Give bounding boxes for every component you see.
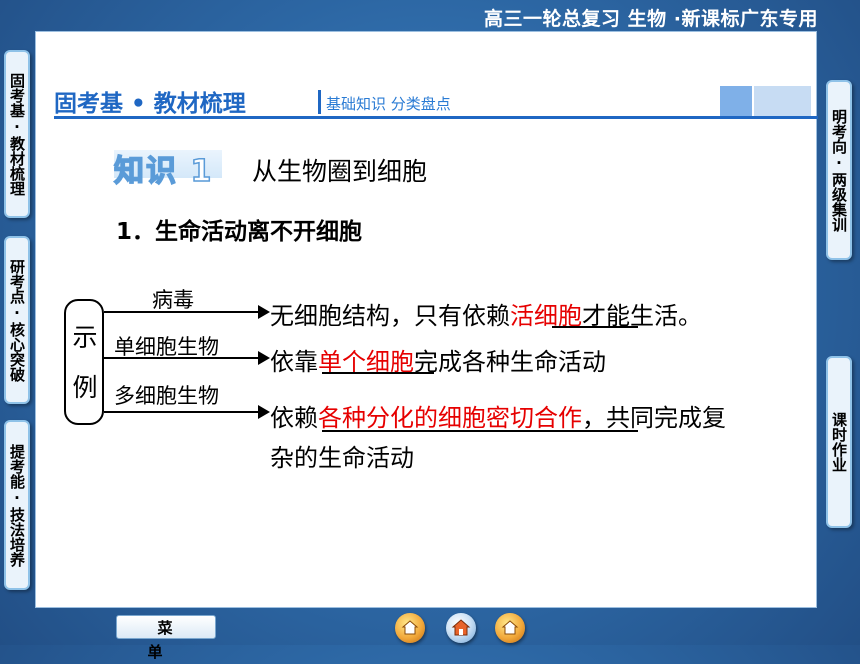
header-decor-block — [754, 86, 811, 116]
section-header-bar: 固考基 • 教材梳理 基础知识 分类盘点 — [50, 84, 818, 120]
home-back-icon[interactable] — [395, 613, 425, 643]
point-heading: 1．生命活动离不开细胞 — [116, 219, 363, 245]
nav-tab-gukaoji[interactable]: 固考基·教材梳理 — [4, 50, 30, 218]
row-unicellular-text: 依靠单个细胞完成各种生命活动 — [270, 342, 606, 377]
answer-blank: 各种分化的细胞密切合作 — [318, 404, 582, 432]
row-multicellular-text-line2: 杂的生命活动 — [270, 444, 414, 472]
nav-tab-label: 明考向·两级集训 — [830, 108, 848, 232]
knowledge-topic: 从生物圈到细胞 — [252, 157, 428, 186]
house-icon-glyph — [451, 619, 471, 636]
blank-underline — [552, 326, 638, 328]
section-subtitle: 基础知识 分类盘点 — [326, 95, 451, 113]
nav-tab-label: 课时作业 — [830, 412, 848, 472]
category-virus: 病毒 — [152, 288, 194, 312]
nav-tab-label: 固考基·教材梳理 — [8, 72, 26, 196]
course-title: 高三一轮总复习 生物 ·新课标广东专用 — [484, 8, 818, 30]
row-text-pre: 依靠 — [270, 348, 318, 376]
nav-tab-yankaodian[interactable]: 研考点·核心突破 — [4, 236, 30, 404]
row-text-pre: 无细胞结构，只有依赖 — [270, 302, 510, 330]
title-separator — [318, 90, 321, 114]
house-icon[interactable] — [446, 613, 476, 643]
bracket-label: 示例 — [72, 323, 98, 402]
row-text-post: ，共同完成复 — [582, 404, 726, 432]
header-underline — [54, 116, 818, 119]
home-back-icon-glyph — [401, 620, 419, 635]
top-bar: 高三一轮总复习 生物 ·新课标广东专用 — [0, 0, 860, 34]
row-text-pre: 依赖 — [270, 404, 318, 432]
nav-tab-keshizuoye[interactable]: 课时作业 — [826, 356, 852, 528]
header-decor-block — [720, 86, 752, 116]
nav-tab-label: 研考点·核心突破 — [8, 258, 26, 382]
knowledge-badge: 知识 1 — [113, 146, 226, 190]
blank-underline — [322, 372, 434, 374]
blank-underline — [322, 430, 638, 432]
nav-tab-label: 提考能·技法培养 — [8, 443, 26, 567]
category-unicellular: 单细胞生物 — [114, 335, 219, 359]
category-multicellular: 多细胞生物 — [114, 384, 219, 408]
section-title: 固考基 • 教材梳理 — [54, 91, 246, 117]
nav-tab-tikaoneng[interactable]: 提考能·技法培养 — [4, 420, 30, 590]
knowledge-badge-text: 知识 1 — [113, 153, 214, 190]
nav-tab-mingkaoxiang[interactable]: 明考向·两级集训 — [826, 80, 852, 260]
home-forward-icon-glyph — [501, 620, 519, 635]
menu-button[interactable]: 菜 单 — [116, 615, 216, 661]
row-text-post: 完成各种生命活动 — [414, 348, 606, 376]
row-multicellular-text: 依赖各种分化的细胞密切合作，共同完成复 — [270, 398, 726, 433]
home-forward-icon[interactable] — [495, 613, 525, 643]
